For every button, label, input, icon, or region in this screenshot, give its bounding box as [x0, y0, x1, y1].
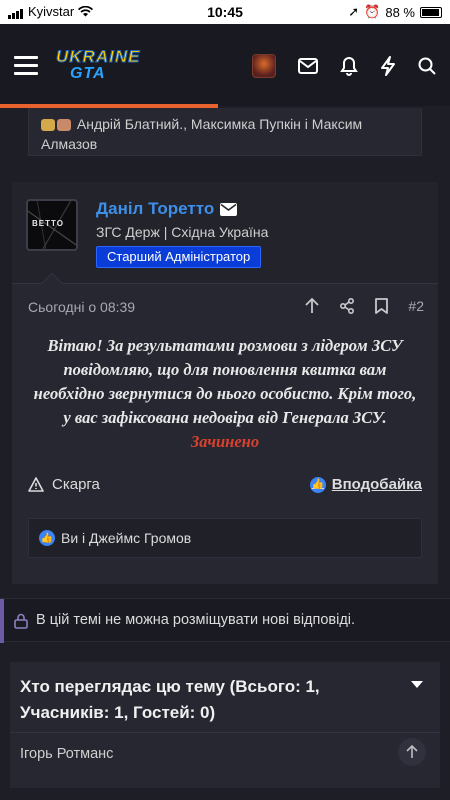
site-logo[interactable]: UKRAINE GTA — [55, 47, 139, 85]
search-icon[interactable] — [418, 57, 436, 75]
like-label: Вподобайка — [331, 476, 422, 493]
thumbs-up-icon: 👍 — [309, 476, 326, 493]
post-author-header: ВЕТТО Даніл Торетто ЗГС Держ | Східна Ук… — [12, 182, 438, 284]
divider — [10, 732, 440, 733]
share-icon[interactable] — [339, 298, 355, 314]
closed-label: Зачинено — [190, 432, 260, 451]
post-actions: #2 — [305, 298, 424, 314]
logo-line2: GTA — [70, 65, 106, 82]
post-date[interactable]: Сьогодні о 08:39 — [28, 299, 135, 315]
previous-post-likes: Андрій Блатний., Максимка Пупкін і Макси… — [28, 108, 422, 156]
author-avatar[interactable]: ВЕТТО — [26, 199, 78, 251]
viewers-title[interactable]: Хто переглядає цю тему (Всього: 1, Учасн… — [20, 674, 400, 726]
report-label: Скарга — [52, 476, 100, 493]
avatar-text: ВЕТТО — [32, 219, 64, 228]
post-number[interactable]: #2 — [408, 298, 424, 314]
chevron-down-icon[interactable] — [410, 680, 424, 689]
status-right: ➚ ⏰ 88 % — [348, 4, 442, 20]
bolt-icon[interactable] — [380, 56, 396, 76]
reaction-emoji-icon — [57, 119, 71, 132]
likes-text: Ви і Джеймс Громов — [61, 530, 192, 546]
arrow-up-icon[interactable] — [305, 298, 320, 314]
post-likes-list[interactable]: 👍 Ви і Джеймс Громов — [28, 518, 422, 558]
battery-percent: 88 % — [385, 4, 415, 20]
previous-likes-row[interactable]: Андрій Блатний., Максимка Пупкін і Макси… — [41, 114, 411, 154]
post-body: Вітаю! За результатами розмови з лідером… — [32, 334, 418, 454]
post-message: Вітаю! За результатами розмови з лідером… — [33, 336, 417, 427]
post: ВЕТТО Даніл Торетто ЗГС Держ | Східна Ук… — [12, 182, 438, 584]
post-footer: Скарга 👍 Вподобайка — [28, 476, 422, 498]
header-icons — [252, 54, 436, 78]
logo-line1: UKRAINE — [55, 47, 141, 67]
notice-accent — [0, 599, 4, 643]
reaction-emoji-icon — [41, 119, 55, 132]
notice-text: В цій темі не можна розміщувати нові від… — [36, 612, 356, 628]
author-name[interactable]: Даніл Торетто — [96, 199, 214, 219]
viewer-name[interactable]: Ігорь Ротманс — [20, 746, 113, 762]
arrow-up-icon — [406, 745, 418, 758]
alarm-icon: ⏰ — [364, 4, 381, 19]
mail-icon[interactable] — [220, 202, 238, 216]
status-bar: Kyivstar 10:45 ➚ ⏰ 88 % — [0, 0, 450, 24]
user-avatar[interactable] — [252, 54, 276, 78]
warning-icon — [28, 477, 44, 492]
battery-icon — [420, 6, 442, 18]
scroll-top-button[interactable] — [398, 738, 426, 766]
site-header: UKRAINE GTA — [0, 24, 450, 106]
mail-icon[interactable] — [298, 58, 318, 74]
bell-icon[interactable] — [340, 56, 358, 76]
author-name-row: Даніл Торетто — [96, 199, 238, 219]
bookmark-icon[interactable] — [375, 298, 389, 314]
role-badge: Старший Адміністратор — [96, 246, 262, 268]
report-button[interactable]: Скарга — [28, 476, 100, 493]
menu-icon[interactable] — [14, 56, 38, 76]
location-icon: ➚ — [348, 4, 360, 19]
closed-thread-notice: В цій темі не можна розміщувати нові від… — [0, 598, 450, 643]
thumbs-up-icon: 👍 — [39, 530, 55, 546]
lock-icon — [14, 613, 28, 629]
viewers-block: Хто переглядає цю тему (Всього: 1, Учасн… — [10, 662, 440, 788]
previous-likes-text: Андрій Блатний., Максимка Пупкін і Макси… — [41, 116, 363, 152]
author-info: ЗГС Держ | Східна Україна — [96, 224, 269, 240]
like-button[interactable]: 👍 Вподобайка — [309, 476, 422, 493]
